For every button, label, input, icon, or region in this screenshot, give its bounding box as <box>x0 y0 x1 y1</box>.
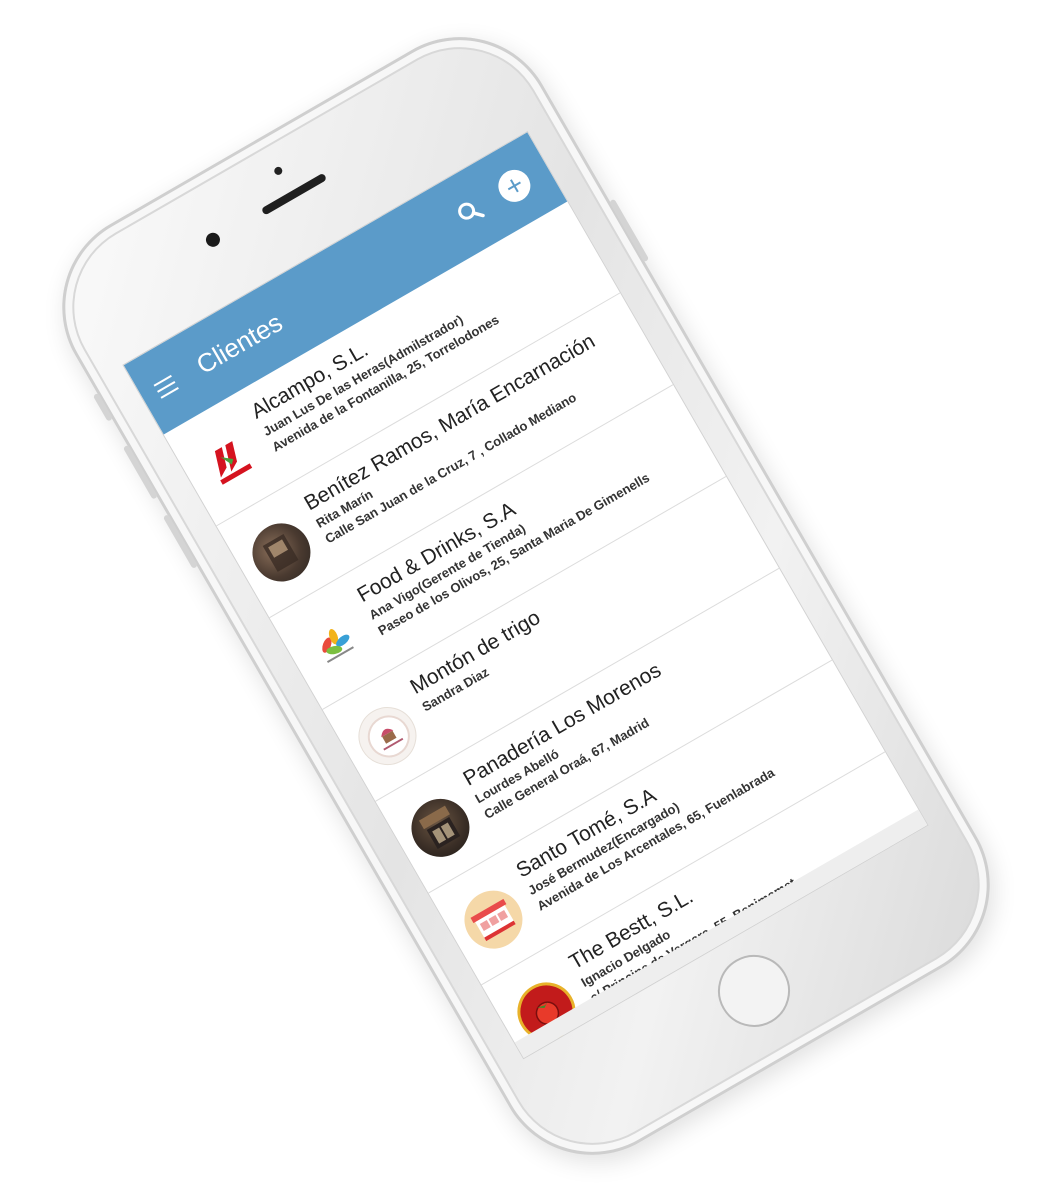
leaves-logo-icon <box>294 604 375 684</box>
add-client-button[interactable] <box>492 164 537 208</box>
alcampo-logo-icon <box>188 421 269 501</box>
bakery-photo-icon <box>400 788 481 868</box>
shop-photo-icon <box>241 512 322 593</box>
storefront-illustration-icon <box>453 880 534 960</box>
cupcake-logo-icon <box>347 696 428 776</box>
phone-device: Clientes Alcampo, S.L. Juan Lus De las H… <box>27 2 1025 1190</box>
hamburger-menu-icon[interactable] <box>153 374 179 399</box>
search-icon[interactable] <box>453 195 486 228</box>
stage: Clientes Alcampo, S.L. Juan Lus De las H… <box>0 0 1051 1192</box>
